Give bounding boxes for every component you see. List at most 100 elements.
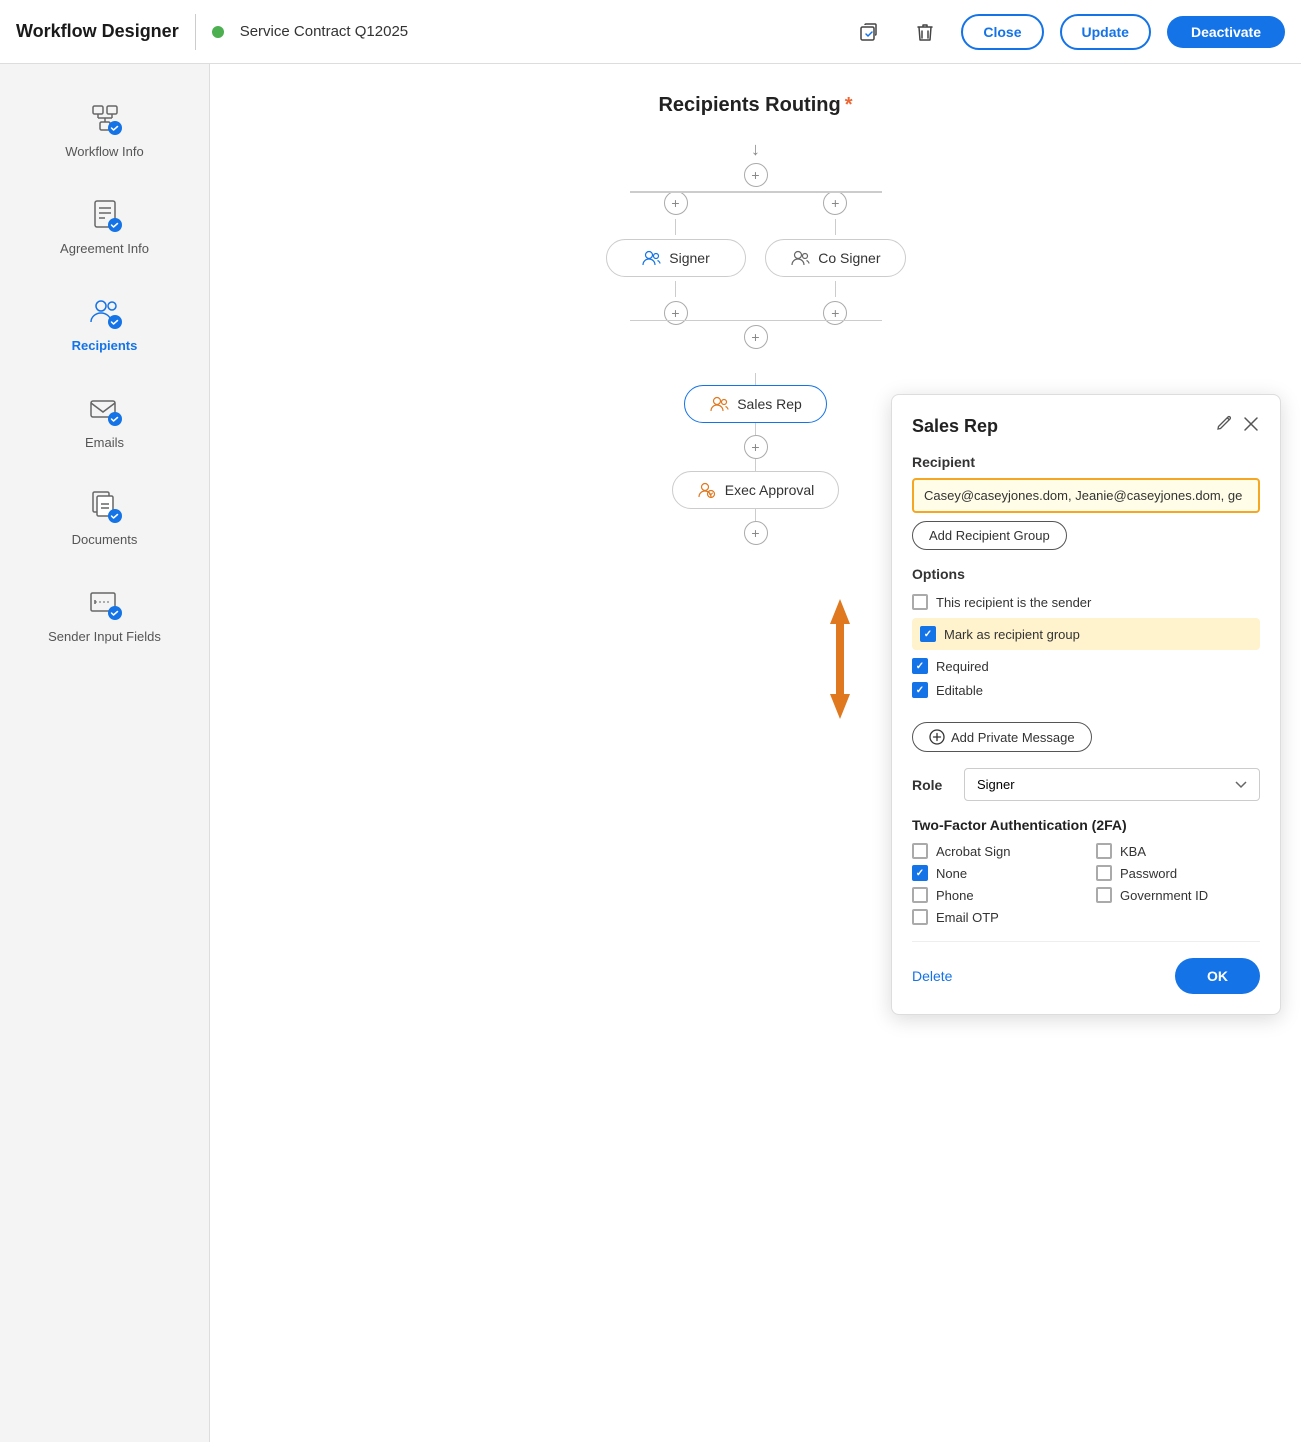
popup-edit-button[interactable] (1216, 415, 1234, 438)
checkbox-mark-group[interactable]: ✓ (920, 626, 936, 642)
delete-button[interactable]: Delete (912, 968, 952, 984)
option-row-sender: This recipient is the sender (912, 590, 1260, 614)
flow-plus-button-1[interactable]: + (744, 163, 768, 187)
popup-footer: Delete OK (912, 941, 1260, 994)
checkbox-password[interactable] (1096, 865, 1112, 881)
tfa-label-none[interactable]: None (936, 866, 967, 881)
flow-node-sales-rep[interactable]: Sales Rep (684, 385, 827, 423)
flow-plus-1-container: + (744, 163, 768, 187)
tfa-label-phone[interactable]: Phone (936, 888, 974, 903)
tfa-option-phone: Phone (912, 887, 1076, 903)
sidebar-item-documents[interactable]: Documents (0, 472, 209, 561)
checkbox-none[interactable]: ✓ (912, 865, 928, 881)
checkbox-phone[interactable] (912, 887, 928, 903)
checkbox-sender[interactable] (912, 594, 928, 610)
tfa-label-password[interactable]: Password (1120, 866, 1177, 881)
flow-plus-button-3[interactable]: + (744, 435, 768, 459)
tfa-label-email-otp[interactable]: Email OTP (936, 910, 999, 925)
sidebar-label-documents: Documents (72, 532, 138, 547)
tfa-section: Two-Factor Authentication (2FA) Acrobat … (912, 817, 1260, 925)
checkbox-required[interactable]: ✓ (912, 658, 928, 674)
option-required-label[interactable]: Required (936, 659, 989, 674)
option-editable-label[interactable]: Editable (936, 683, 983, 698)
deactivate-button[interactable]: Deactivate (1167, 16, 1285, 48)
flow-node-signer[interactable]: Signer (606, 239, 746, 277)
checkbox-acrobat-sign[interactable] (912, 843, 928, 859)
popup-close-button[interactable] (1242, 415, 1260, 438)
flow-plus-button-right-2[interactable]: + (823, 301, 847, 325)
add-private-message-button[interactable]: Add Private Message (912, 722, 1092, 752)
copy-icon-button[interactable] (849, 12, 889, 52)
option-mark-group-label[interactable]: Mark as recipient group (944, 627, 1080, 642)
salesrep-label: Sales Rep (737, 396, 802, 412)
checkbox-editable[interactable]: ✓ (912, 682, 928, 698)
add-msg-icon (929, 729, 945, 745)
tfa-label-kba[interactable]: KBA (1120, 844, 1146, 859)
recipient-input[interactable] (912, 478, 1260, 513)
option-row-required: ✓ Required (912, 654, 1260, 678)
sidebar-item-sender-input-fields[interactable]: Sender Input Fields (0, 569, 209, 658)
sidebar-item-emails[interactable]: Emails (0, 375, 209, 464)
role-select[interactable]: Signer Approver Acceptor Form Filler (964, 768, 1260, 801)
tfa-option-password: Password (1096, 865, 1260, 881)
popup-actions (1216, 415, 1260, 438)
tfa-label-acrobat-sign[interactable]: Acrobat Sign (936, 844, 1010, 859)
tfa-grid: Acrobat Sign KBA ✓ None (912, 843, 1260, 925)
checkbox-kba[interactable] (1096, 843, 1112, 859)
routing-required-marker: * (845, 94, 853, 117)
checkbox-email-otp[interactable] (912, 909, 928, 925)
routing-title: Recipients Routing (658, 94, 840, 117)
recipient-section-label: Recipient (912, 454, 1260, 470)
content-area: Recipients Routing * ↓ + + (210, 64, 1301, 1442)
options-label: Options (912, 566, 1260, 582)
add-private-msg-label: Add Private Message (951, 730, 1075, 745)
options-section: Options This recipient is the sender ✓ M… (912, 566, 1260, 702)
checkmark-editable: ✓ (916, 685, 924, 696)
flow-plus-button-left-2[interactable]: + (664, 301, 688, 325)
flow-plus-button-left[interactable]: + (664, 191, 688, 215)
sidebar-item-agreement-info[interactable]: Agreement Info (0, 181, 209, 270)
exec-approval-container: Exec Approval + (672, 471, 840, 545)
popup-header: Sales Rep (912, 415, 1260, 438)
checkmark-mark-group: ✓ (924, 629, 932, 640)
sender-input-fields-icon (85, 583, 125, 623)
flow-plus-button-2[interactable]: + (744, 325, 768, 349)
flow-branch-left: + Signer (606, 191, 746, 325)
flow-plus-button-right[interactable]: + (823, 191, 847, 215)
sidebar: Workflow Info Agreement Info (0, 64, 210, 1442)
close-button[interactable]: Close (961, 14, 1043, 50)
vert-connector-right-2 (835, 281, 837, 297)
checkbox-government-id[interactable] (1096, 887, 1112, 903)
documents-icon (85, 486, 125, 526)
vert-connector-right (835, 219, 837, 235)
salesrep-icon (709, 394, 729, 414)
flow-plus-button-4[interactable]: + (744, 521, 768, 545)
tfa-title: Two-Factor Authentication (2FA) (912, 817, 1260, 833)
option-row-editable: ✓ Editable (912, 678, 1260, 702)
tfa-option-kba: KBA (1096, 843, 1260, 859)
doc-name: Service Contract Q12025 (240, 23, 408, 40)
role-row: Role Signer Approver Acceptor Form Fille… (912, 768, 1260, 801)
option-sender-label[interactable]: This recipient is the sender (936, 595, 1091, 610)
update-button[interactable]: Update (1060, 14, 1151, 50)
app-header: Workflow Designer Service Contract Q1202… (0, 0, 1301, 64)
ok-button[interactable]: OK (1175, 958, 1260, 994)
app-title: Workflow Designer (16, 21, 179, 42)
cosigner-icon (790, 248, 810, 268)
flow-node-cosigner[interactable]: Co Signer (765, 239, 905, 277)
sidebar-label-agreement-info: Agreement Info (60, 241, 149, 256)
signer-label: Signer (669, 250, 709, 266)
exec-approval-label: Exec Approval (725, 482, 815, 498)
tfa-option-government-id: Government ID (1096, 887, 1260, 903)
delete-icon-button[interactable] (905, 12, 945, 52)
flow-node-exec-approval[interactable]: Exec Approval (672, 471, 840, 509)
add-recipient-group-button[interactable]: Add Recipient Group (912, 521, 1067, 550)
sidebar-item-workflow-info[interactable]: Workflow Info (0, 84, 209, 173)
add-group-btn-label: Add Recipient Group (929, 528, 1050, 543)
tfa-option-none: ✓ None (912, 865, 1076, 881)
tfa-label-government-id[interactable]: Government ID (1120, 888, 1208, 903)
role-label: Role (912, 777, 952, 793)
vert-connector-left (675, 219, 677, 235)
sidebar-item-recipients[interactable]: Recipients (0, 278, 209, 367)
sidebar-label-recipients: Recipients (72, 338, 138, 353)
